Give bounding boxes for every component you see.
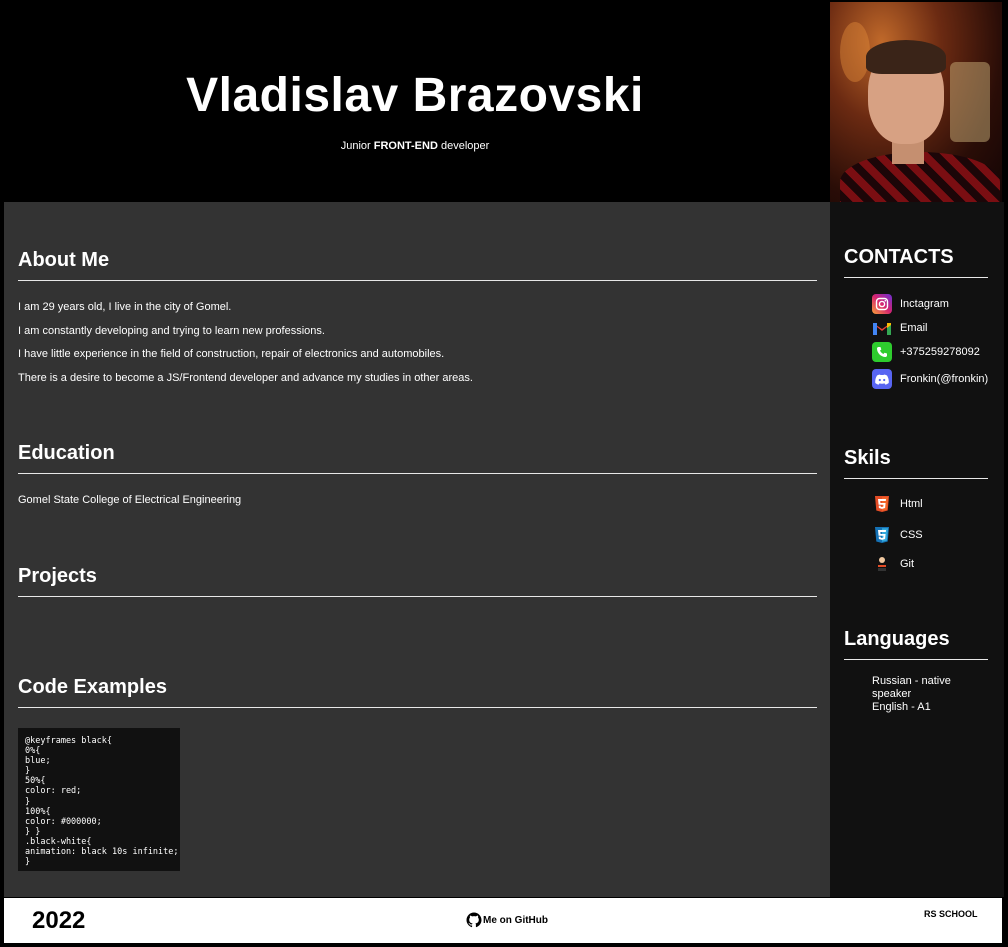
education-divider: [18, 473, 817, 474]
main-content: About Me I am 29 years old, I live in th…: [4, 202, 830, 897]
html5-icon: [872, 494, 892, 514]
github-label: Me on GitHub: [483, 914, 548, 926]
about-line: I have little experience in the field of…: [18, 348, 445, 360]
contact-instagram-link[interactable]: Inctagram: [872, 294, 949, 314]
language-item: English - A1: [872, 701, 931, 713]
footer-year: 2022: [32, 907, 86, 934]
contact-label: Fronkin(@fronkin): [900, 373, 989, 385]
about-title: About Me: [18, 249, 110, 271]
github-icon: [466, 912, 482, 928]
skill-label: CSS: [900, 529, 923, 541]
subtitle-bold: FRONT-END: [373, 140, 438, 152]
education-title: Education: [18, 442, 115, 464]
contact-phone-link[interactable]: +375259278092: [872, 342, 980, 362]
education-text: Gomel State College of Electrical Engine…: [18, 494, 242, 506]
subtitle-pre: Junior: [340, 140, 374, 152]
skill-html: Html: [872, 494, 923, 514]
sidebar: CONTACTS Inctagram Email +375259278092 F…: [830, 202, 1004, 897]
gmail-icon: [872, 318, 892, 338]
contact-label: Inctagram: [900, 298, 949, 310]
about-line: I am 29 years old, I live in the city of…: [18, 301, 232, 313]
code-block: @keyframes black{ 0%{ blue; } 50%{ color…: [18, 728, 180, 871]
skill-css: CSS: [872, 525, 923, 545]
header: Vladislav Brazovski Junior FRONT-END dev…: [0, 0, 830, 202]
languages-list: Russian - native speaker English - A1: [872, 675, 982, 714]
skill-git: Git: [872, 554, 914, 574]
skills-divider: [844, 478, 988, 479]
contacts-title: CONTACTS: [844, 246, 954, 268]
languages-title: Languages: [844, 628, 950, 650]
page-title: Vladislav Brazovski: [186, 69, 644, 122]
git-icon: [872, 554, 892, 574]
skill-label: Html: [900, 498, 923, 510]
skill-label: Git: [900, 558, 915, 570]
code-examples-divider: [18, 707, 817, 708]
discord-icon: [872, 369, 892, 389]
about-divider: [18, 280, 817, 281]
rs-school-logo[interactable]: RS SCHOOL: [924, 910, 978, 919]
footer: 2022 Me on GitHub RS SCHOOL: [4, 898, 1002, 943]
css3-icon: [872, 525, 892, 545]
code-examples-title: Code Examples: [18, 676, 167, 698]
language-item: Russian - native speaker: [872, 675, 951, 700]
skills-title: Skils: [844, 447, 891, 469]
instagram-icon: [872, 294, 892, 314]
rs-school-text: RS SCHOOL: [924, 909, 978, 919]
languages-divider: [844, 659, 988, 660]
contact-label: Email: [900, 322, 928, 334]
projects-title: Projects: [18, 565, 97, 587]
subtitle-post: developer: [437, 140, 490, 152]
about-line: I am constantly developing and trying to…: [18, 325, 325, 337]
phone-icon: [872, 342, 892, 362]
about-line: There is a desire to become a JS/Fronten…: [18, 372, 473, 384]
contact-discord-link[interactable]: Fronkin(@fronkin): [872, 369, 988, 389]
subtitle: Junior FRONT-END developer: [0, 140, 830, 152]
contact-email-link[interactable]: Email: [872, 318, 928, 338]
avatar: [830, 2, 1002, 202]
github-link[interactable]: Me on GitHub: [466, 912, 548, 928]
projects-divider: [18, 596, 817, 597]
contact-label: +375259278092: [900, 346, 980, 358]
contacts-divider: [844, 277, 988, 278]
